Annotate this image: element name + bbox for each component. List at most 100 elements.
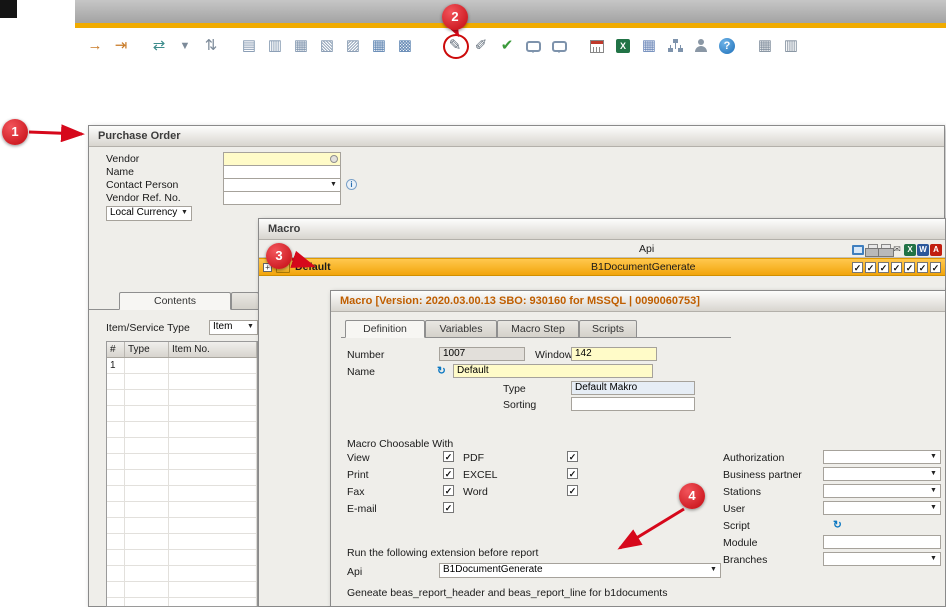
dropdown-arrow-icon[interactable]: ▼ [928, 486, 939, 496]
table-row[interactable] [107, 566, 257, 582]
dropdown-arrow-icon[interactable]: ▼ [928, 554, 939, 564]
macro-detail-titlebar[interactable]: Macro [Version: 2020.03.00.13 SBO: 93016… [331, 291, 945, 312]
dropdown-arrow-icon[interactable]: ▼ [928, 469, 939, 479]
dropdown-arrow-icon[interactable]: ▼ [328, 180, 339, 190]
table-row[interactable] [107, 502, 257, 518]
info-icon[interactable]: i [346, 179, 357, 190]
filter-icon[interactable]: ▼ [174, 35, 196, 57]
macro-row-name[interactable]: Default [295, 261, 331, 273]
po-row1-itemno[interactable] [169, 358, 257, 373]
excel-output-icon[interactable]: X [904, 243, 916, 256]
excel-checkbox[interactable]: ✓ [904, 262, 915, 273]
print-checkbox[interactable]: ✓ [865, 262, 876, 273]
excel-checkbox[interactable]: ✓ [567, 468, 578, 479]
table-row[interactable] [107, 486, 257, 502]
dropdown-arrow-icon[interactable]: ▼ [928, 452, 939, 462]
table-row[interactable] [107, 582, 257, 598]
pdf-checkbox[interactable]: ✓ [930, 262, 941, 273]
word-checkbox[interactable]: ✓ [567, 485, 578, 496]
contact-person-dropdown[interactable]: ▼ [223, 178, 341, 192]
table-row[interactable] [107, 598, 257, 607]
pdf-checkbox[interactable]: ✓ [567, 451, 578, 462]
po-row1-type[interactable] [125, 358, 169, 373]
macro-list-titlebar[interactable]: Macro [259, 219, 945, 240]
fax-checkbox[interactable]: ✓ [878, 262, 889, 273]
report-grid-icon[interactable]: ▦ [754, 35, 776, 57]
stations-dropdown[interactable]: ▼ [823, 484, 941, 498]
word-checkbox[interactable]: ✓ [917, 262, 928, 273]
name-input[interactable] [223, 165, 341, 179]
table-row[interactable] [107, 454, 257, 470]
report-grid2-icon[interactable]: ▥ [780, 35, 802, 57]
table-row[interactable] [107, 534, 257, 550]
dropdown-arrow-icon[interactable]: ▼ [708, 565, 719, 575]
pdf-output-icon[interactable]: A [930, 243, 942, 256]
macro-default-row[interactable]: + Default B1DocumentGenerate ✓ ✓ ✓ ✓ ✓ ✓… [259, 258, 945, 276]
tab-definition[interactable]: Definition [345, 320, 425, 338]
macro-row-api[interactable]: B1DocumentGenerate [591, 261, 695, 273]
view-output-icon[interactable] [852, 243, 864, 256]
script-refresh-icon[interactable]: ↻ [833, 519, 842, 531]
item-service-type-dropdown[interactable]: Item ▼ [209, 320, 258, 335]
calculator-icon[interactable]: ▦ [638, 35, 660, 57]
approve-doc-icon[interactable]: ✔ [496, 35, 518, 57]
copy-icon[interactable]: ▤ [238, 35, 260, 57]
print-output-icon[interactable] [865, 243, 877, 256]
chat-alt-icon[interactable] [548, 35, 570, 57]
table-row[interactable] [107, 406, 257, 422]
email-checkbox[interactable]: ✓ [891, 262, 902, 273]
authorization-dropdown[interactable]: ▼ [823, 450, 941, 464]
table-row[interactable] [107, 518, 257, 534]
word-output-icon[interactable]: W [917, 243, 929, 256]
chat-icon[interactable] [522, 35, 544, 57]
tab-contents[interactable]: Contents [119, 292, 231, 310]
window-field[interactable]: 142 [571, 347, 657, 361]
branches-dropdown[interactable]: ▼ [823, 552, 941, 566]
dropdown-arrow-icon[interactable]: ▼ [928, 503, 939, 513]
table-row[interactable] [107, 422, 257, 438]
po-row1-number[interactable]: 1 [107, 358, 125, 373]
org-chart-icon[interactable] [664, 35, 686, 57]
fax-checkbox[interactable]: ✓ [443, 485, 454, 496]
import-doc-icon[interactable]: ▨ [342, 35, 364, 57]
view-checkbox[interactable]: ✓ [852, 262, 863, 273]
vendor-ref-input[interactable] [223, 191, 341, 205]
macro-settings-icon[interactable]: ✐ [470, 35, 492, 57]
api-column-header[interactable]: Api [639, 243, 654, 255]
choose-from-list-icon[interactable] [330, 155, 338, 163]
table-row[interactable] [107, 390, 257, 406]
table-row[interactable] [107, 470, 257, 486]
copy-table-icon[interactable]: ▦ [290, 35, 312, 57]
dropdown-arrow-icon[interactable]: ▼ [245, 322, 256, 332]
table-row[interactable] [107, 438, 257, 454]
table-row[interactable] [107, 550, 257, 566]
email-checkbox[interactable]: ✓ [443, 502, 454, 513]
user-dropdown[interactable]: ▼ [823, 501, 941, 515]
help-icon[interactable]: ? [716, 35, 738, 57]
currency-dropdown[interactable]: Local Currency ▼ [106, 206, 192, 221]
sort-icon[interactable]: ⇅ [200, 35, 222, 57]
table-view-icon[interactable]: ▦ [368, 35, 390, 57]
type-field[interactable]: Default Makro [571, 381, 695, 395]
print-checkbox[interactable]: ✓ [443, 468, 454, 479]
calendar-icon[interactable] [586, 35, 608, 57]
purchase-order-titlebar[interactable]: Purchase Order [89, 126, 944, 147]
last-record-icon[interactable]: ⇥ [110, 35, 132, 57]
view-checkbox[interactable]: ✓ [443, 451, 454, 462]
vendor-input[interactable] [223, 152, 341, 166]
macro-name-field[interactable]: Default [453, 364, 653, 378]
business-partner-dropdown[interactable]: ▼ [823, 467, 941, 481]
refresh-icon[interactable]: ⇄ [148, 35, 170, 57]
paste-icon[interactable]: ▥ [264, 35, 286, 57]
api-dropdown[interactable]: B1DocumentGenerate ▼ [439, 563, 721, 578]
sorting-field[interactable] [571, 397, 695, 411]
user-icon[interactable] [690, 35, 712, 57]
excel-export-icon[interactable]: X [612, 35, 634, 57]
number-field[interactable]: 1007 [439, 347, 525, 361]
next-record-icon[interactable]: → [84, 35, 106, 57]
dropdown-arrow-icon[interactable]: ▼ [179, 208, 190, 218]
export-doc-icon[interactable]: ▧ [316, 35, 338, 57]
link-refresh-icon[interactable]: ↻ [437, 365, 446, 377]
table-row[interactable] [107, 374, 257, 390]
fax-output-icon[interactable] [878, 243, 890, 256]
